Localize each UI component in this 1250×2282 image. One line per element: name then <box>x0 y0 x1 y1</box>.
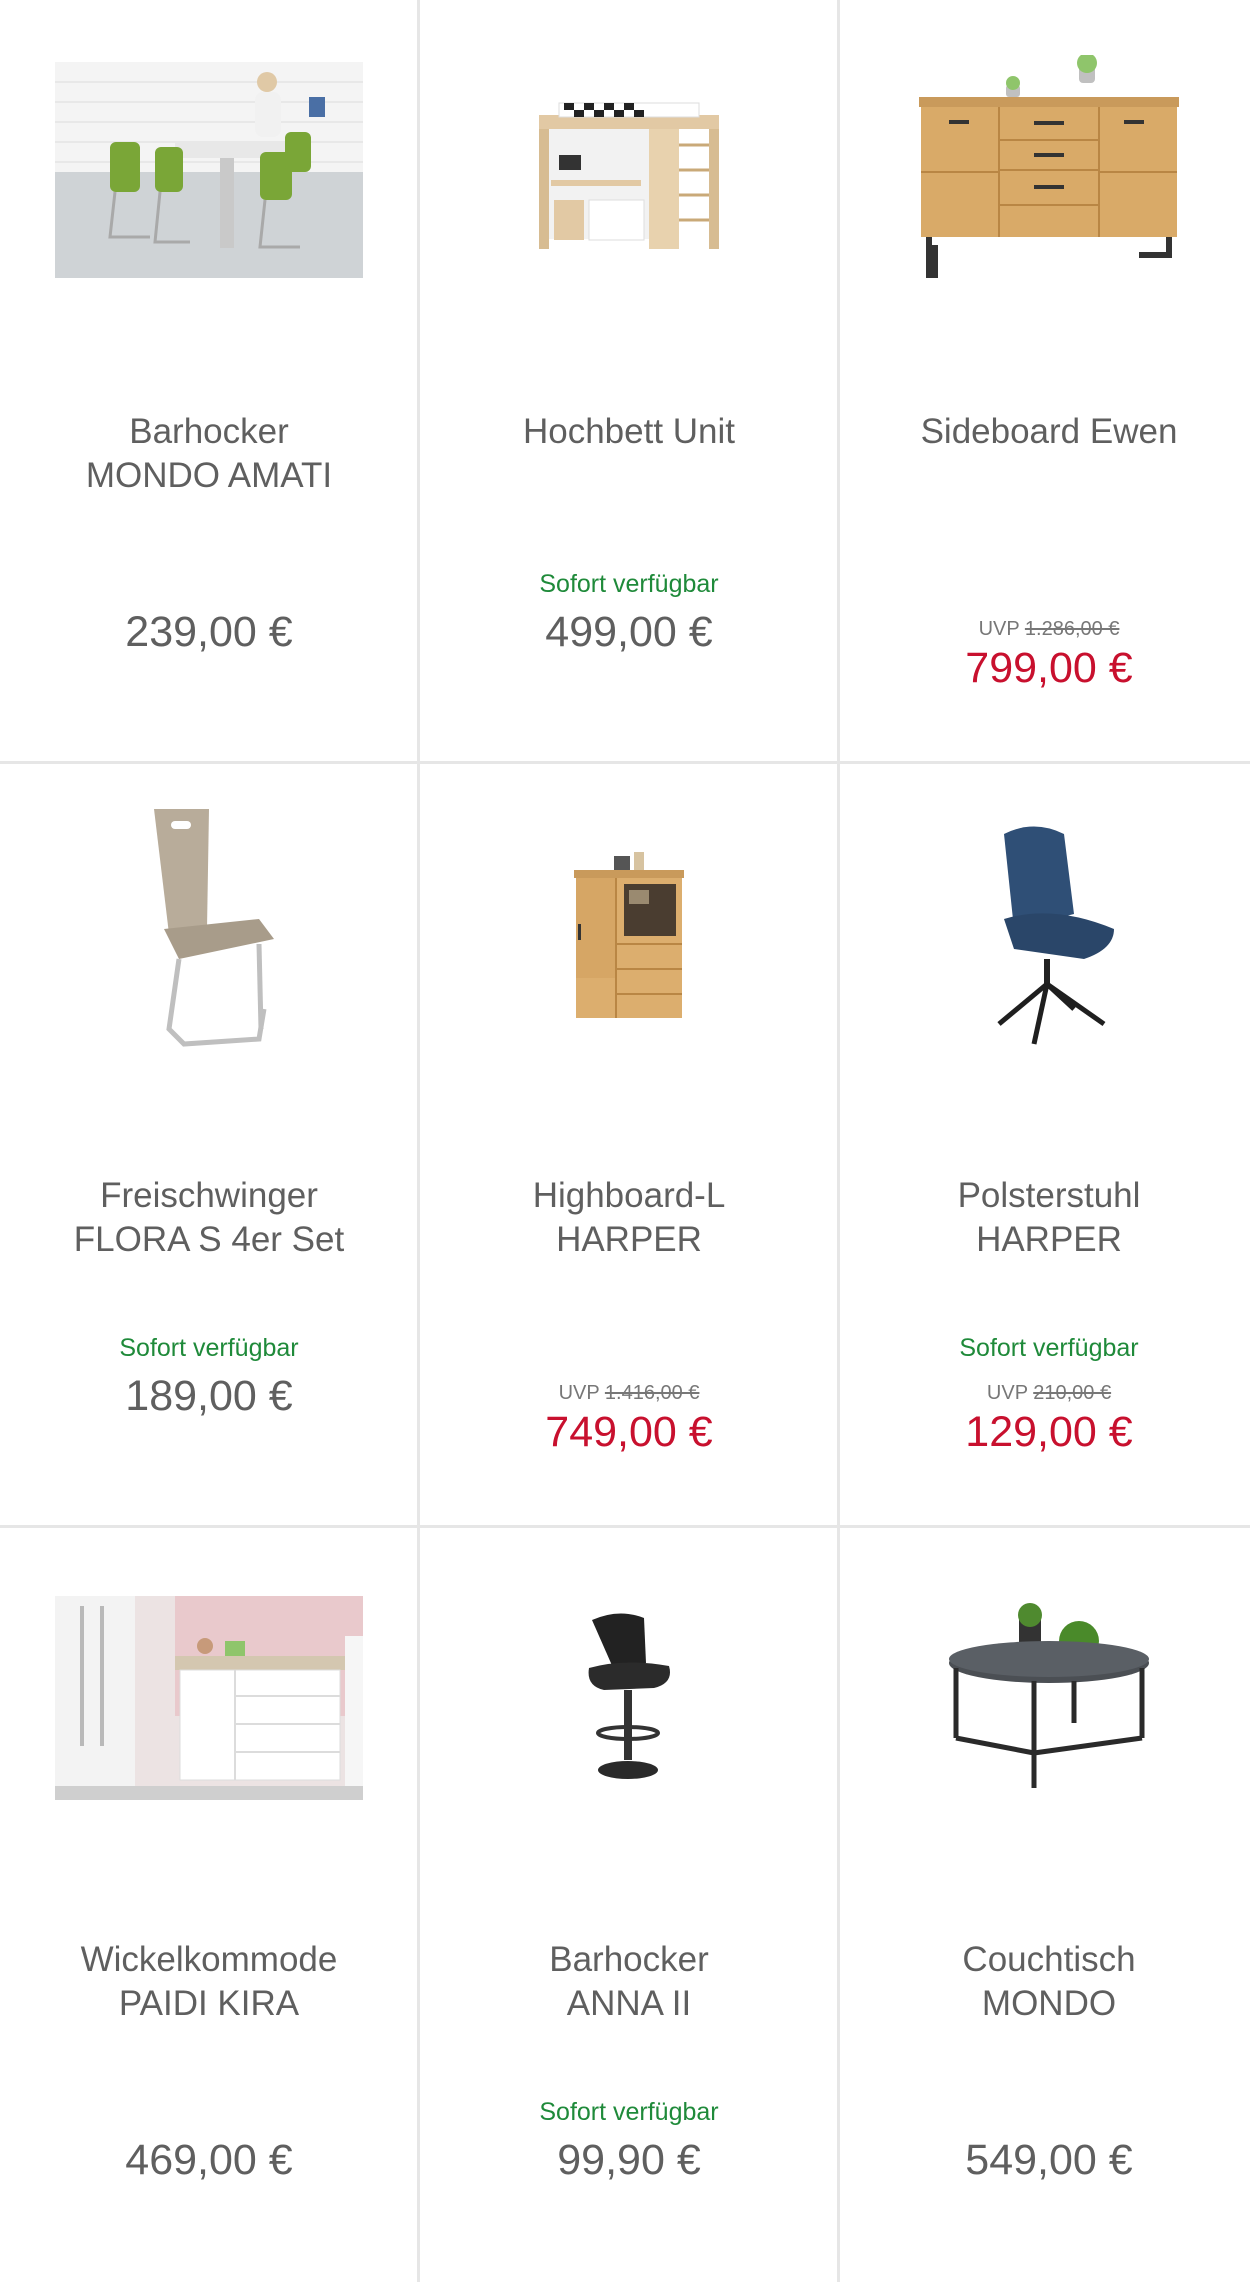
product-price: 129,00 € <box>965 1408 1133 1456</box>
product-name-line1: Highboard-L <box>532 1176 726 1215</box>
uvp-price: UVP 210,00 € <box>840 1382 1250 1405</box>
product-card[interactable]: Hochbett Unit Sofort verfügbar 499,00 € <box>420 0 838 762</box>
product-name-line1: Wickelkommode <box>80 1940 338 1979</box>
product-image[interactable] <box>0 809 418 1054</box>
product-card[interactable]: Couchtisch MONDO 549,00 € <box>840 1528 1250 2282</box>
product-name[interactable]: Barhocker ANNA II <box>440 1938 818 2028</box>
product-price: 799,00 € <box>965 644 1133 692</box>
product-name[interactable]: Barhocker MONDO AMATI <box>20 410 398 500</box>
product-grid: Barhocker MONDO AMATI 239,00 € Hochbett … <box>0 0 1250 2282</box>
product-image[interactable] <box>840 814 1250 1054</box>
product-card[interactable]: Highboard-L HARPER UVP 1.416,00 € 749,00… <box>420 764 838 1526</box>
product-price: 239,00 € <box>125 608 293 656</box>
coffee-table-icon <box>949 1603 1149 1788</box>
availability-label: Sofort verfügbar <box>539 570 719 598</box>
product-image[interactable] <box>420 814 838 1054</box>
availability-label: Sofort verfügbar <box>959 1334 1139 1362</box>
availability-label <box>840 2098 1250 2130</box>
product-name-line2: PAIDI KIRA <box>118 1984 300 2023</box>
product-name-line1: Barhocker <box>129 412 289 451</box>
product-name-line2: HARPER <box>976 1220 1122 1259</box>
product-name-line2: ANNA II <box>566 1984 692 2023</box>
product-image[interactable] <box>0 50 418 290</box>
product-price: 549,00 € <box>965 2136 1133 2184</box>
product-name-line1: Polsterstuhl <box>957 1176 1141 1215</box>
changing-dresser-photo-icon <box>55 1596 363 1800</box>
uvp-label: UVP <box>558 1382 600 1404</box>
product-name-line2: HARPER <box>556 1220 702 1259</box>
uvp-label: UVP <box>986 1382 1028 1404</box>
product-card[interactable]: Polsterstuhl HARPER Sofort verfügbar UVP… <box>840 764 1250 1526</box>
product-price: 469,00 € <box>125 2136 293 2184</box>
product-name-line2: FLORA S 4er Set <box>73 1220 345 1259</box>
product-name-line2: MONDO AMATI <box>85 456 333 495</box>
product-price: 99,90 € <box>557 2136 701 2184</box>
product-card[interactable]: Barhocker ANNA II Sofort verfügbar 99,90… <box>420 1528 838 2282</box>
uvp-old-price: 1.286,00 € <box>1024 618 1120 640</box>
loft-bed-icon <box>539 102 719 249</box>
product-image[interactable] <box>840 50 1250 290</box>
product-name[interactable]: Wickelkommode PAIDI KIRA <box>20 1938 398 2028</box>
product-image[interactable] <box>420 1578 838 1818</box>
uvp-price: UVP 1.416,00 € <box>420 1382 838 1405</box>
product-name[interactable]: Freischwinger FLORA S 4er Set <box>20 1174 398 1264</box>
product-name-line1: Sideboard Ewen <box>920 412 1178 451</box>
product-image[interactable] <box>0 1578 418 1818</box>
cantilever-chair-icon <box>154 809 274 1047</box>
product-name-line2: MONDO <box>981 1984 1117 2023</box>
barstool-photo-icon <box>55 62 363 278</box>
availability-label: Sofort verfügbar <box>539 2098 719 2126</box>
product-card[interactable]: Sideboard Ewen UVP 1.286,00 € 799,00 € <box>840 0 1250 762</box>
uvp-price: UVP 1.286,00 € <box>840 618 1250 641</box>
product-name[interactable]: Hochbett Unit <box>440 410 818 500</box>
product-card[interactable]: Freischwinger FLORA S 4er Set Sofort ver… <box>0 764 418 1526</box>
bar-stool-icon <box>588 1613 670 1779</box>
product-price: 189,00 € <box>125 1372 293 1420</box>
product-card[interactable]: Barhocker MONDO AMATI 239,00 € <box>0 0 418 762</box>
sideboard-icon <box>919 55 1179 278</box>
product-name[interactable]: Couchtisch MONDO <box>860 1938 1238 2028</box>
product-name[interactable]: Polsterstuhl HARPER <box>860 1174 1238 1264</box>
availability-label: Sofort verfügbar <box>119 1334 299 1362</box>
highboard-icon <box>574 852 684 1018</box>
product-card[interactable]: Wickelkommode PAIDI KIRA 469,00 € <box>0 1528 418 2282</box>
availability-label <box>0 2098 418 2130</box>
product-price: 749,00 € <box>545 1408 713 1456</box>
upholstered-chair-icon <box>997 826 1114 1045</box>
uvp-old-price: 1.416,00 € <box>604 1382 700 1404</box>
product-name[interactable]: Highboard-L HARPER <box>440 1174 818 1264</box>
availability-label <box>0 570 418 602</box>
product-image[interactable] <box>420 50 838 290</box>
uvp-label: UVP <box>978 618 1020 640</box>
product-image[interactable] <box>840 1578 1250 1818</box>
product-name[interactable]: Sideboard Ewen <box>860 410 1238 500</box>
product-price: 499,00 € <box>545 608 713 656</box>
product-name-line1: Freischwinger <box>100 1176 318 1215</box>
uvp-old-price: 210,00 € <box>1033 1382 1112 1404</box>
product-name-line1: Couchtisch <box>962 1940 1136 1979</box>
product-name-line1: Barhocker <box>549 1940 709 1979</box>
product-name-line1: Hochbett Unit <box>522 412 736 451</box>
